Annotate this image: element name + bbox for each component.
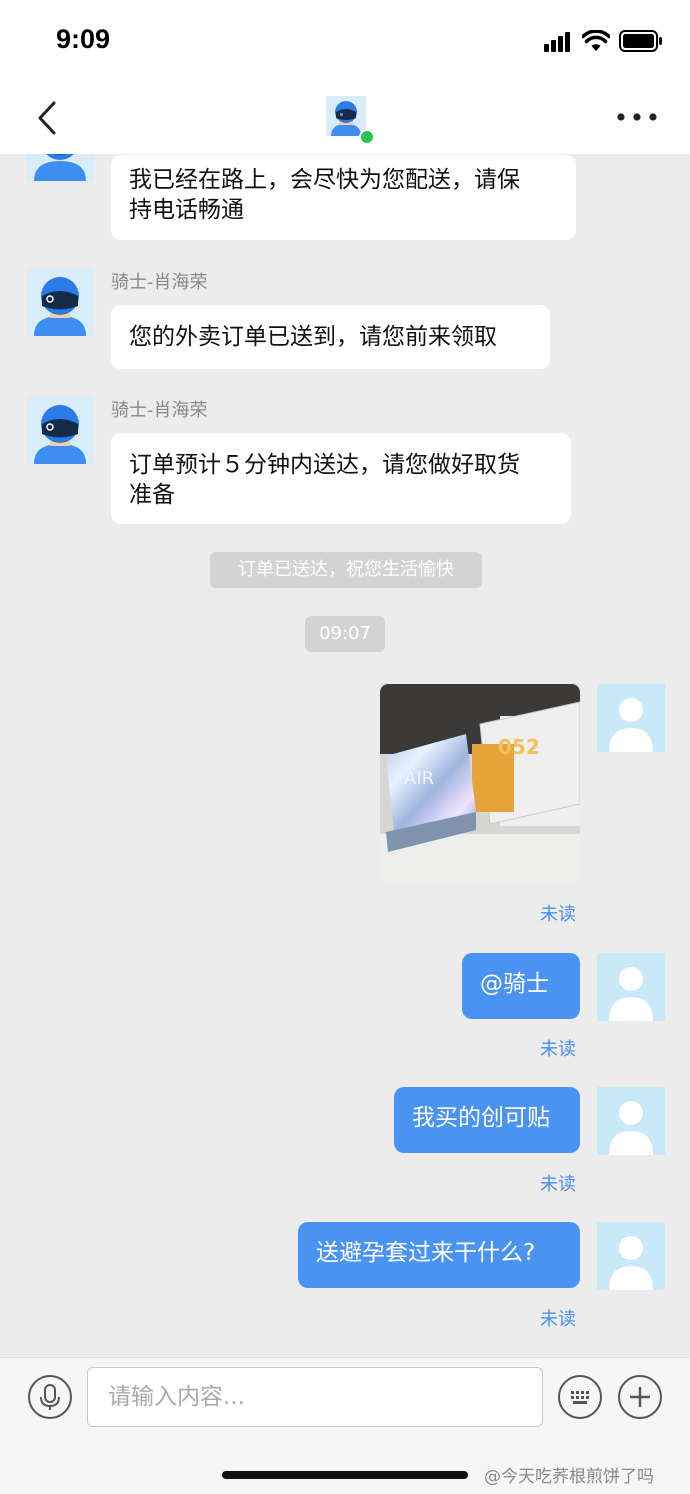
plus-icon [630, 1387, 650, 1407]
message-bubble-incoming[interactable]: 我已经在路上，会尽快为您配送，请保 持电话畅通 [111, 155, 576, 240]
wifi-icon [582, 30, 610, 51]
read-status: 未读 [540, 1309, 576, 1330]
message-text: @骑士 [480, 971, 549, 997]
message-text: 持电话畅通 [129, 197, 244, 223]
message-input[interactable] [87, 1367, 543, 1427]
home-indicator [222, 1471, 468, 1479]
sender-name: 骑士-肖海荣 [111, 400, 208, 421]
microphone-icon [40, 1384, 60, 1410]
back-arrow-icon[interactable] [32, 100, 62, 136]
user-avatar[interactable] [597, 953, 665, 1021]
message-text: 您的外卖订单已送到，请您前来领取 [129, 324, 497, 350]
message-text: 订单预计５分钟内送达，请您做好取货 [129, 452, 520, 478]
image-message[interactable]: AIR 052 [380, 684, 580, 883]
sender-name: 骑士-肖海荣 [111, 272, 208, 293]
online-status-dot [359, 129, 375, 145]
keyboard-icon [571, 1391, 589, 1404]
message-text: 送避孕套过来干什么? [316, 1240, 536, 1266]
message-text: 我买的创可贴 [412, 1105, 550, 1131]
read-status: 未读 [540, 904, 576, 925]
svg-text:AIR: AIR [404, 768, 434, 789]
emoji-keyboard-button[interactable] [558, 1375, 602, 1419]
message-text: 准备 [129, 482, 175, 508]
rider-avatar[interactable] [26, 396, 94, 464]
message-bubble-incoming[interactable]: 您的外卖订单已送到，请您前来领取 [111, 305, 550, 369]
more-options-icon[interactable] [616, 112, 658, 122]
system-notice: 订单已送达，祝您生活愉快 [210, 552, 482, 588]
battery-icon [619, 30, 662, 52]
message-bubble-incoming[interactable]: 订单预计５分钟内送达，请您做好取货 准备 [111, 433, 571, 524]
cellular-signal-icon [544, 32, 574, 52]
voice-input-button[interactable] [28, 1375, 72, 1419]
user-avatar[interactable] [597, 684, 665, 752]
user-avatar[interactable] [597, 1222, 665, 1290]
message-text: 我已经在路上，会尽快为您配送，请保 [129, 167, 520, 193]
add-attachment-button[interactable] [618, 1375, 662, 1419]
read-status: 未读 [540, 1174, 576, 1195]
timestamp: 09:07 [305, 616, 385, 652]
message-bubble-outgoing[interactable]: @骑士 [462, 953, 580, 1019]
contact-avatar[interactable]: e [326, 96, 366, 136]
message-bubble-outgoing[interactable]: 送避孕套过来干什么? [298, 1222, 580, 1288]
svg-text:e: e [340, 112, 343, 118]
message-bubble-outgoing[interactable]: 我买的创可贴 [394, 1087, 580, 1153]
read-status: 未读 [540, 1039, 576, 1060]
status-time: 9:09 [56, 24, 111, 54]
user-avatar[interactable] [597, 1087, 665, 1155]
rider-avatar[interactable] [26, 268, 94, 336]
weibo-watermark: @今天吃荞根煎饼了吗 [484, 1467, 654, 1487]
svg-text:052: 052 [498, 735, 540, 759]
